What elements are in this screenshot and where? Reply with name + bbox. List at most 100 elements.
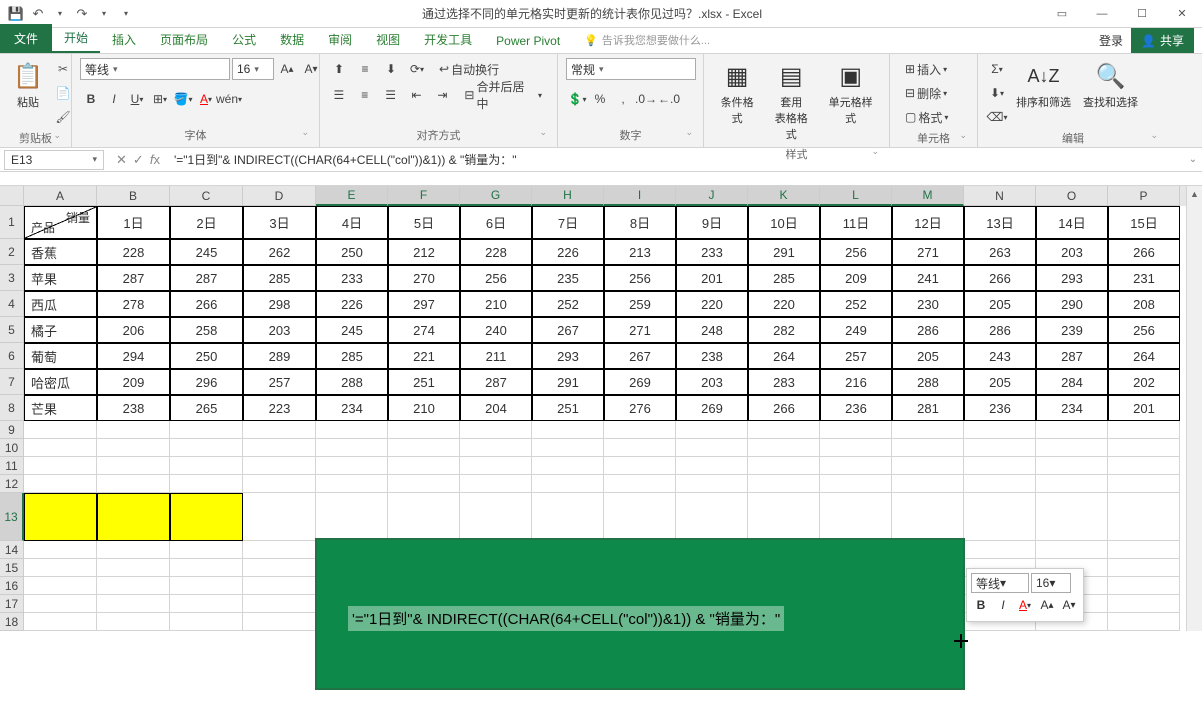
align-left-icon[interactable]: ☰ [328,84,350,106]
cell-P15[interactable] [1108,559,1180,577]
cell-B10[interactable] [97,439,170,457]
expand-formula-icon[interactable]: ⌄ [1184,154,1202,165]
cell-A4[interactable]: 西瓜 [24,291,97,317]
col-header-J[interactable]: J [676,186,748,206]
cell-A14[interactable] [24,541,97,559]
fill-color-icon[interactable]: 🪣▾ [172,88,194,110]
cell-D10[interactable] [243,439,316,457]
cell-H12[interactable] [532,475,604,493]
cell-J1[interactable]: 9日 [676,206,748,239]
tab-insert[interactable]: 插入 [100,26,148,53]
mini-font-combo[interactable]: 等线▾ [971,573,1029,593]
cell-J11[interactable] [676,457,748,475]
cell-L13[interactable] [820,493,892,541]
cell-H9[interactable] [532,421,604,439]
cell-G13[interactable] [460,493,532,541]
tab-dev[interactable]: 开发工具 [412,26,484,53]
row-header-5[interactable]: 5 [0,317,24,343]
cell-N12[interactable] [964,475,1036,493]
font-name-combo[interactable]: 等线▾ [80,58,230,80]
cell-H6[interactable]: 293 [532,343,604,369]
cell-O4[interactable]: 290 [1036,291,1108,317]
cell-J7[interactable]: 203 [676,369,748,395]
save-icon[interactable]: 💾 [6,4,26,24]
cell-M6[interactable]: 205 [892,343,964,369]
cell-E7[interactable]: 288 [316,369,388,395]
row-header-12[interactable]: 12 [0,475,24,493]
cell-C6[interactable]: 250 [170,343,243,369]
cell-N2[interactable]: 263 [964,239,1036,265]
col-header-H[interactable]: H [532,186,604,206]
format-painter-icon[interactable]: 🖌 [52,106,74,128]
row-header-4[interactable]: 4 [0,291,24,317]
tab-view[interactable]: 视图 [364,26,412,53]
decrease-font-icon[interactable]: A▾ [300,58,322,80]
cell-I8[interactable]: 276 [604,395,676,421]
cell-P8[interactable]: 201 [1108,395,1180,421]
close-icon[interactable]: ✕ [1162,1,1202,27]
phonetic-icon[interactable]: wén▾ [218,88,240,110]
cell-A17[interactable] [24,595,97,613]
cell-C14[interactable] [170,541,243,559]
cell-C10[interactable] [170,439,243,457]
decrease-decimal-icon[interactable]: ←.0 [658,88,680,110]
col-header-K[interactable]: K [748,186,820,206]
cell-styles-button[interactable]: ▣单元格样式 [820,58,881,128]
cell-F7[interactable]: 251 [388,369,460,395]
cell-L5[interactable]: 249 [820,317,892,343]
cell-M11[interactable] [892,457,964,475]
cell-J12[interactable] [676,475,748,493]
cell-L3[interactable]: 209 [820,265,892,291]
increase-indent-icon[interactable]: ⇥ [432,84,454,106]
cell-C13[interactable] [170,493,243,541]
cell-I6[interactable]: 267 [604,343,676,369]
cell-N6[interactable]: 243 [964,343,1036,369]
cell-F12[interactable] [388,475,460,493]
redo-icon[interactable]: ↷ [72,4,92,24]
cell-E13[interactable] [316,493,388,541]
cell-B15[interactable] [97,559,170,577]
cell-G11[interactable] [460,457,532,475]
cell-N10[interactable] [964,439,1036,457]
cell-E11[interactable] [316,457,388,475]
cell-D7[interactable]: 257 [243,369,316,395]
undo-icon[interactable]: ↶ [28,4,48,24]
cell-M2[interactable]: 271 [892,239,964,265]
cell-N13[interactable] [964,493,1036,541]
col-header-M[interactable]: M [892,186,964,206]
row-header-13[interactable]: 13 [0,493,24,541]
align-right-icon[interactable]: ☰ [380,84,402,106]
cell-B13[interactable] [97,493,170,541]
row-header-3[interactable]: 3 [0,265,24,291]
row-header-1[interactable]: 1 [0,206,24,239]
cell-B14[interactable] [97,541,170,559]
cell-K9[interactable] [748,421,820,439]
cell-F3[interactable]: 270 [388,265,460,291]
cell-K7[interactable]: 283 [748,369,820,395]
cell-F11[interactable] [388,457,460,475]
cell-P7[interactable]: 202 [1108,369,1180,395]
cell-A1[interactable]: 销量产品 [24,206,97,239]
ribbon-options-icon[interactable]: ▭ [1042,1,1082,27]
col-header-L[interactable]: L [820,186,892,206]
cell-I13[interactable] [604,493,676,541]
col-header-C[interactable]: C [170,186,243,206]
tab-file[interactable]: 文件 [0,24,52,53]
cell-G8[interactable]: 204 [460,395,532,421]
cell-E3[interactable]: 233 [316,265,388,291]
cell-M7[interactable]: 288 [892,369,964,395]
cell-I10[interactable] [604,439,676,457]
cell-G2[interactable]: 228 [460,239,532,265]
cell-C17[interactable] [170,595,243,613]
row-header-17[interactable]: 17 [0,595,24,613]
cell-P16[interactable] [1108,577,1180,595]
decrease-indent-icon[interactable]: ⇤ [406,84,428,106]
cell-M13[interactable] [892,493,964,541]
percent-icon[interactable]: % [589,88,611,110]
merge-center-button[interactable]: ⊟ 合并后居中▾ [457,84,549,106]
cell-L10[interactable] [820,439,892,457]
align-bottom-icon[interactable]: ⬇ [380,58,402,80]
cell-A8[interactable]: 芒果 [24,395,97,421]
cell-H10[interactable] [532,439,604,457]
cell-P4[interactable]: 208 [1108,291,1180,317]
